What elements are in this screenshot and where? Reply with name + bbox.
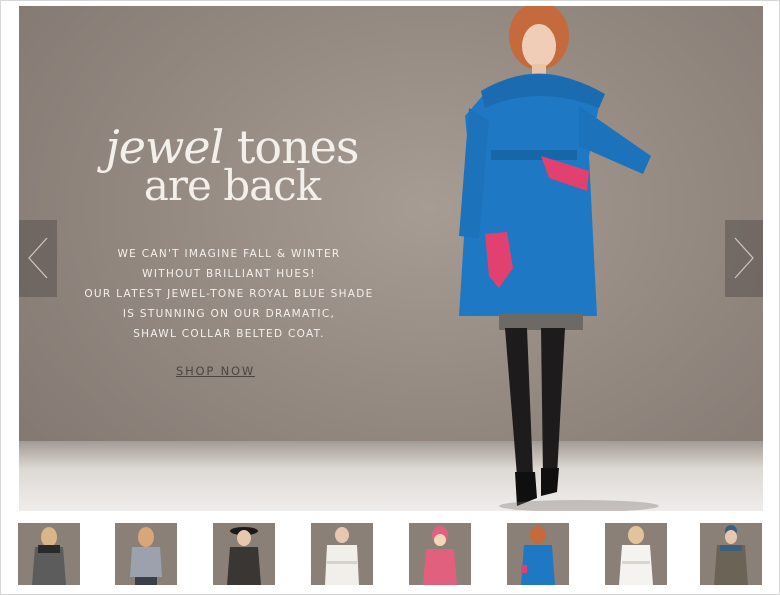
carousel-prev-button[interactable] [19,220,57,297]
model-shoe-left [515,472,537,506]
model-leg-left [505,328,533,476]
copy-line: OUR LATEST JEWEL-TONE ROYAL BLUE SHADE [84,288,374,300]
model-skirt [499,314,583,330]
model-belt [491,150,577,160]
copy-line: WITHOUT BRILLIANT HUES! [142,268,316,280]
thumbnail-6[interactable] [507,523,569,585]
chevron-right-icon [734,237,754,279]
copy-line: IS STUNNING ON OUR DRAMATIC, [122,308,336,320]
model-leg-right [541,328,565,476]
thumbnail-8[interactable] [700,523,762,585]
thumbnail-1[interactable] [18,523,80,585]
shop-now-link[interactable]: SHOP NOW [176,364,286,378]
thumbnail-7[interactable] [605,523,667,585]
hero-copy: WE CAN'T IMAGINE FALL & WINTER WITHOUT B… [79,244,379,344]
chevron-left-icon [28,237,48,279]
carousel-next-button[interactable] [725,220,763,297]
hero-banner[interactable]: jewel tones are back WE CAN'T IMAGINE FA… [19,6,763,511]
model-right-arm [579,106,651,174]
copy-line: WE CAN'T IMAGINE FALL & WINTER [117,248,341,260]
thumbnail-4[interactable] [311,523,373,585]
model-shoe-right [541,468,559,496]
model-photo [459,6,659,511]
thumbnail-2[interactable] [115,523,177,585]
model-face [522,24,556,68]
thumbnail-strip [18,523,763,586]
hero-headline: jewel tones are back [87,124,377,207]
thumbnail-5[interactable] [409,523,471,585]
copy-line: SHAWL COLLAR BELTED COAT. [133,328,325,340]
thumbnail-3[interactable] [213,523,275,585]
